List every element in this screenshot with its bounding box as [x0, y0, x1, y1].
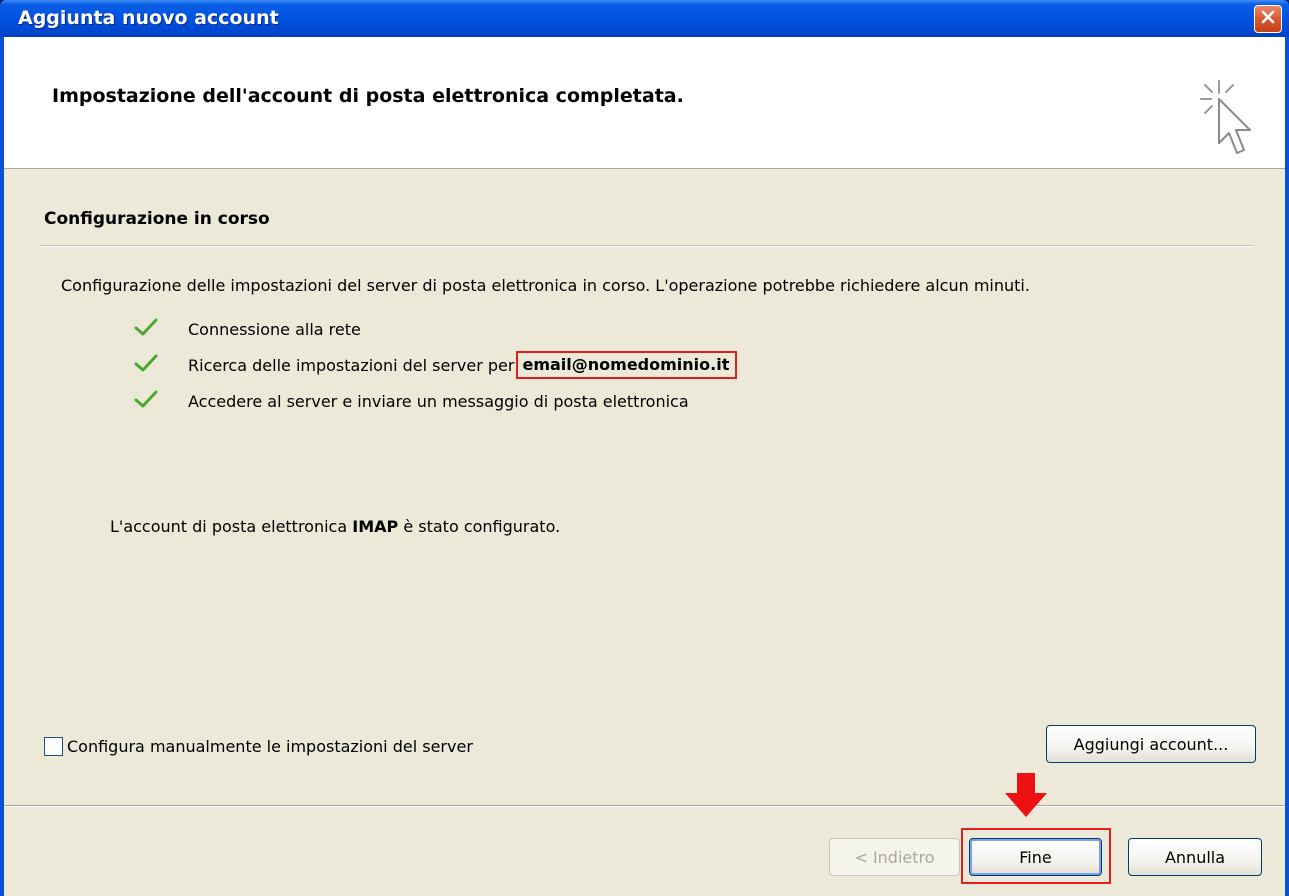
finish-button[interactable]: Fine — [969, 838, 1102, 876]
result-protocol: IMAP — [352, 517, 399, 536]
arrow-down-icon — [1001, 771, 1051, 825]
add-account-button[interactable]: Aggiungi account... — [1046, 725, 1256, 763]
section-title: Configurazione in corso — [44, 209, 270, 229]
manual-config-label[interactable]: Configura manualmente le impostazioni de… — [67, 737, 473, 756]
section-description: Configurazione delle impostazioni del se… — [61, 276, 1030, 295]
result-prefix: L'account di posta elettronica — [110, 517, 353, 536]
cancel-button[interactable]: Annulla — [1128, 838, 1262, 876]
check-icon — [134, 353, 188, 377]
manual-config-checkbox[interactable] — [44, 737, 63, 756]
step-item: Ricerca delle impostazioni del server pe… — [134, 347, 738, 383]
step-item: Connessione alla rete — [134, 311, 737, 347]
wizard-header: Impostazione dell'account di posta elett… — [4, 37, 1285, 169]
title-bar[interactable]: Aggiunta nuovo account — [0, 0, 1289, 37]
step-item: Accedere al server e inviare un messaggi… — [134, 383, 737, 419]
step-label: Connessione alla rete — [188, 319, 361, 339]
add-account-dialog: Aggiunta nuovo account Impostazione dell… — [0, 0, 1289, 896]
result-suffix: è stato configurato. — [398, 517, 561, 536]
progress-steps: Connessione alla rete Ricerca delle impo… — [134, 311, 738, 419]
close-icon — [1260, 9, 1276, 29]
header-title: Impostazione dell'account di posta elett… — [52, 85, 684, 107]
step-label: Ricerca delle impostazioni del server pe… — [188, 355, 515, 375]
email-address: email@nomedominio.it — [516, 351, 738, 379]
window-title: Aggiunta nuovo account — [18, 7, 279, 29]
wizard-content: Configurazione in corso Configurazione d… — [4, 169, 1285, 896]
step-label: Accedere al server e inviare un messaggi… — [188, 391, 689, 411]
check-icon — [134, 389, 188, 413]
footer-separator — [4, 805, 1285, 807]
result-message: L'account di posta elettronica IMAP è st… — [110, 517, 560, 536]
check-icon — [134, 317, 188, 341]
section-separator — [40, 245, 1254, 247]
back-button[interactable]: < Indietro — [829, 838, 960, 876]
manual-config-option[interactable]: Configura manualmente le impostazioni de… — [44, 737, 473, 756]
window-frame-right — [1285, 37, 1289, 896]
wizard-cursor-icon — [1197, 77, 1261, 169]
close-button[interactable] — [1254, 5, 1282, 33]
